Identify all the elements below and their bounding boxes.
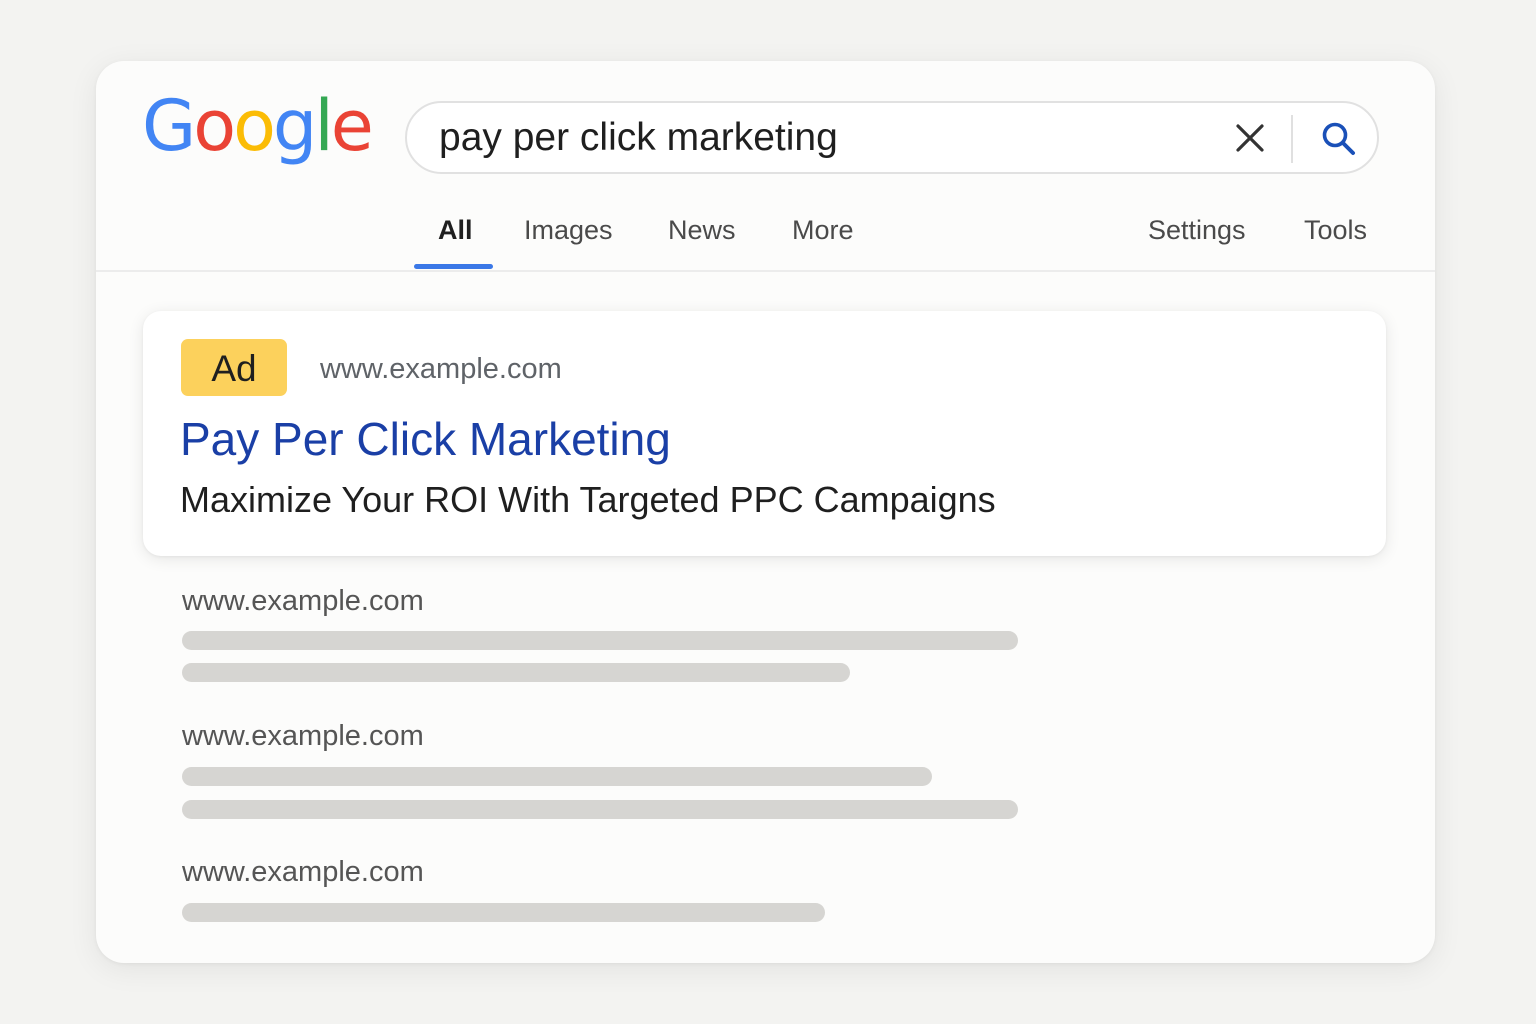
google-logo[interactable]: Google (142, 85, 374, 167)
result-snippet-placeholder (182, 663, 850, 682)
tab-news[interactable]: News (668, 215, 736, 246)
search-results-page: Google All Images News More Settings Too… (96, 61, 1435, 963)
tab-more[interactable]: More (792, 215, 854, 246)
ad-title-link[interactable]: Pay Per Click Marketing (180, 412, 671, 466)
result-url-2[interactable]: www.example.com (182, 720, 424, 753)
result-snippet-placeholder (182, 800, 1018, 819)
result-snippet-placeholder (182, 631, 1018, 650)
search-icon (1322, 122, 1355, 155)
ad-url[interactable]: www.example.com (320, 353, 562, 386)
tab-tools[interactable]: Tools (1304, 215, 1367, 246)
logo-letter-l: l (314, 85, 334, 167)
ad-result[interactable]: Ad www.example.com Pay Per Click Marketi… (143, 311, 1386, 556)
result-url-3[interactable]: www.example.com (182, 856, 424, 889)
tab-all[interactable]: All (438, 215, 473, 246)
header-divider (96, 270, 1435, 272)
logo-letter-e: e (330, 85, 374, 167)
search-input[interactable] (439, 114, 1199, 162)
logo-letter-o2: o (233, 85, 276, 167)
result-url-1[interactable]: www.example.com (182, 585, 424, 618)
active-tab-indicator (414, 264, 493, 269)
result-snippet-placeholder (182, 767, 932, 786)
logo-letter-g2: g (272, 85, 317, 167)
result-snippet-placeholder (182, 903, 825, 922)
logo-letter-o1: o (193, 85, 236, 167)
close-icon (1236, 124, 1264, 152)
search-button[interactable] (1319, 119, 1359, 159)
tab-images[interactable]: Images (524, 215, 613, 246)
ad-description: Maximize Your ROI With Targeted PPC Camp… (180, 479, 996, 520)
search-bar (405, 101, 1379, 174)
logo-letter-g: G (142, 85, 196, 167)
ad-badge: Ad (181, 339, 287, 396)
tab-settings[interactable]: Settings (1148, 215, 1246, 246)
clear-search-button[interactable] (1233, 121, 1267, 155)
search-divider (1291, 115, 1293, 163)
